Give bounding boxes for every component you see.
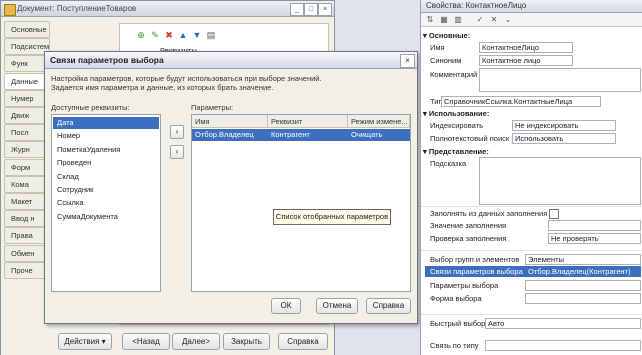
move-up-icon[interactable]: ▲ <box>178 30 188 40</box>
link-type-field[interactable] <box>485 340 641 351</box>
document-bottom-bar: Действия ▾ <Назад Далее> Закрыть Справка <box>1 329 334 355</box>
section-usage[interactable]: ▾ Использование: <box>423 109 489 119</box>
close-icon[interactable]: × <box>400 54 415 68</box>
cancel-icon[interactable]: ✕ <box>489 15 499 25</box>
fts-field[interactable]: Использовать <box>512 133 616 144</box>
table-row-attribute[interactable]: Контрагент <box>268 129 348 141</box>
grid-icon[interactable]: ▦ <box>439 15 449 25</box>
fill-value-field[interactable] <box>548 220 641 231</box>
properties-title: Свойства: КонтактноеЛицо <box>426 1 527 10</box>
close-icon[interactable]: × <box>318 3 332 16</box>
list-item[interactable]: Склад <box>53 171 159 183</box>
divider <box>421 250 642 251</box>
help-button[interactable]: Справка <box>366 298 411 314</box>
back-button[interactable]: <Назад <box>122 333 170 350</box>
selection-links-dialog: Связи параметров выбора × Настройка пара… <box>44 51 418 324</box>
form-select-label: Форма выбора <box>430 294 482 303</box>
params-label: Параметры: <box>191 103 234 112</box>
available-label: Доступные реквизиты: <box>51 103 130 112</box>
links-field[interactable]: Отбор.Владелец(Контрагент) <box>525 266 641 277</box>
divider <box>421 206 642 207</box>
fill-from-label: Заполнять из данных заполнения <box>430 209 548 218</box>
properties-panel: Свойства: КонтактноеЛицо ⇅ ▦ ▥ ✓ ✕ ⌄ ▾ О… <box>420 0 642 355</box>
name-field[interactable]: КонтактноеЛицо <box>479 42 573 53</box>
properties-toolbar: ⇅ ▦ ▥ ✓ ✕ ⌄ <box>421 13 642 27</box>
form-select-field[interactable] <box>525 293 641 304</box>
list-item[interactable]: СуммаДокумента <box>53 211 159 223</box>
maximize-icon[interactable]: □ <box>304 3 318 16</box>
divider <box>421 314 642 315</box>
comment-field[interactable] <box>479 68 641 92</box>
ok-button[interactable]: ОК <box>271 298 301 314</box>
hint-field[interactable] <box>479 157 641 205</box>
fts-label: Полнотекстовый поиск <box>430 134 510 143</box>
close-button[interactable]: Закрыть <box>223 333 270 350</box>
comment-label: Комментарий <box>430 70 478 79</box>
chevron-down-icon: ▾ <box>101 337 106 346</box>
section-view[interactable]: ▾ Представление: <box>423 147 489 157</box>
list-item[interactable]: Номер <box>53 130 159 142</box>
check-fill-field[interactable]: Не проверять <box>548 233 641 244</box>
tab-item[interactable]: Основные <box>4 21 50 38</box>
next-button[interactable]: Далее> <box>172 333 220 350</box>
move-down-icon[interactable]: ▼ <box>192 30 202 40</box>
column-header-mode[interactable]: Режим измене... <box>348 115 410 128</box>
sort-icon[interactable]: ⇅ <box>425 15 435 25</box>
filter-icon[interactable]: ▥ <box>453 15 463 25</box>
quick-select-label: Быстрый выбор <box>430 319 486 328</box>
document-title: Документ: ПоступлениеТоваров <box>17 4 137 13</box>
properties-titlebar: Свойства: КонтактноеЛицо <box>421 0 642 13</box>
column-header-name[interactable]: Имя <box>192 115 268 128</box>
arrow-right-icon[interactable]: › <box>170 125 184 139</box>
minimize-icon[interactable]: _ <box>290 3 304 16</box>
params-select-field[interactable] <box>525 280 641 291</box>
group-select-field[interactable]: Элементы <box>525 254 641 265</box>
group-select-label: Выбор групп и элементов <box>430 255 520 264</box>
fill-value-label: Значение заполнения <box>430 221 507 230</box>
delete-icon[interactable]: ✖ <box>164 30 174 40</box>
name-label: Имя <box>430 43 445 52</box>
list-item[interactable]: Сотрудник <box>53 184 159 196</box>
cancel-button[interactable]: Отмена <box>316 298 358 314</box>
edit-icon[interactable]: ✎ <box>150 30 160 40</box>
fill-from-checkbox[interactable] <box>549 209 559 219</box>
quick-select-field[interactable]: Авто <box>485 318 641 329</box>
params-table[interactable]: Имя Реквизит Режим измене... Отбор.Владе… <box>191 114 411 292</box>
index-field[interactable]: Не индексировать <box>512 120 616 131</box>
type-field[interactable]: СправочникСсылка.КонтактныеЛица <box>441 96 601 107</box>
hint-label: Подсказка <box>430 159 467 168</box>
synonym-label: Синоним <box>430 56 462 65</box>
dialog-description: Настройка параметров, которые будут испо… <box>51 74 322 92</box>
column-header-attribute[interactable]: Реквизит <box>268 115 348 128</box>
window-icon <box>4 4 16 16</box>
dialog-titlebar: Связи параметров выбора × <box>45 52 417 69</box>
index-label: Индексировать <box>430 121 483 130</box>
table-row-name[interactable]: Отбор.Владелец <box>192 129 268 141</box>
dialog-title: Связи параметров выбора <box>50 55 164 65</box>
links-label[interactable]: Связи параметров выбора <box>430 267 523 277</box>
sort-icon[interactable]: ▤ <box>206 30 216 40</box>
actions-button[interactable]: Действия ▾ <box>58 333 112 350</box>
check-icon[interactable]: ✓ <box>475 15 485 25</box>
chevron-down-icon[interactable]: ⌄ <box>503 15 513 25</box>
section-main[interactable]: ▾ Основные: <box>423 31 470 41</box>
add-icon[interactable]: ⊕ <box>136 30 146 40</box>
list-item[interactable]: Ссылка <box>53 197 159 209</box>
help-button[interactable]: Справка <box>278 333 328 350</box>
synonym-field[interactable]: Контактное лицо <box>479 55 573 66</box>
available-list[interactable]: Дата Номер ПометкаУдаления Проведен Склад Сот… <box>51 114 161 292</box>
arrow-left-icon[interactable]: ‹ <box>170 145 184 159</box>
tooltip: Список отобранных параметров <box>273 209 391 225</box>
list-item[interactable]: Дата <box>53 117 159 129</box>
list-item[interactable]: Проведен <box>53 157 159 169</box>
check-fill-label: Проверка заполнения <box>430 234 507 243</box>
link-type-label: Связь по типу <box>430 341 479 350</box>
params-select-label: Параметры выбора <box>430 281 499 290</box>
document-titlebar: Документ: ПоступлениеТоваров _ □ × <box>1 1 334 17</box>
table-row-mode[interactable]: Очищать <box>348 129 410 141</box>
list-item[interactable]: ПометкаУдаления <box>53 144 159 156</box>
